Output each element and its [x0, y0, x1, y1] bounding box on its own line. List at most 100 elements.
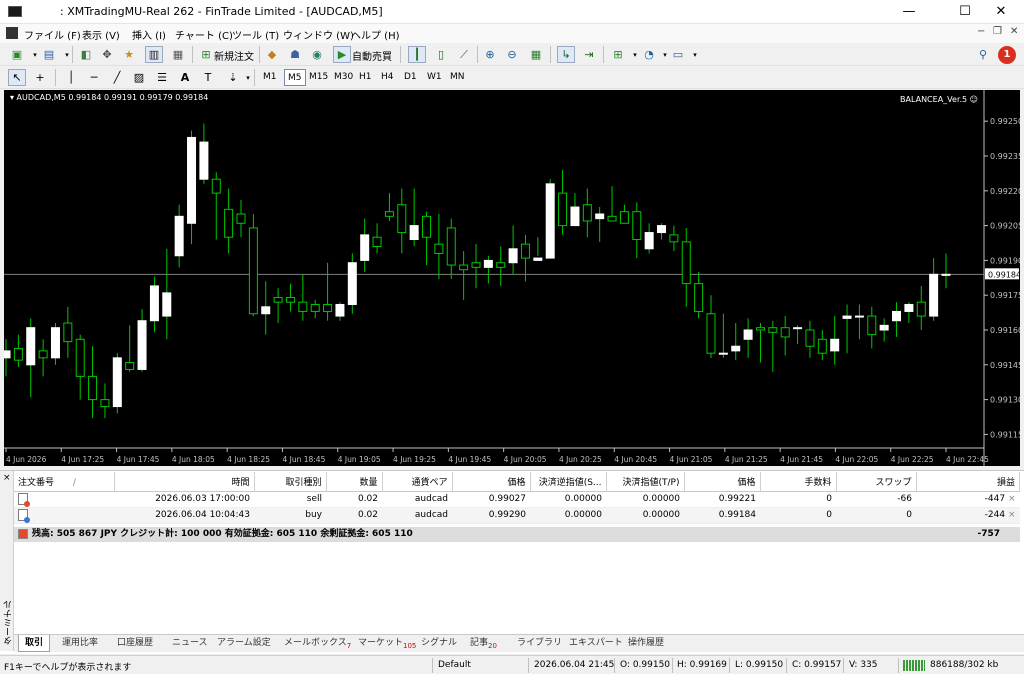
autotrade-icon[interactable]: ▶ — [333, 46, 351, 63]
market-watch-icon[interactable]: ◧ — [77, 46, 95, 63]
tab-signals[interactable]: シグナル — [421, 635, 457, 652]
metaeditor-icon[interactable]: ◆ — [263, 46, 281, 63]
tester-icon[interactable]: ▦ — [169, 46, 187, 63]
trendline-icon[interactable]: ╱ — [108, 69, 126, 86]
order-row[interactable]: 2026.06.03 17:00:00 sell 0.02 audcad 0.9… — [14, 491, 1020, 508]
status-traffic[interactable]: 886188/302 kb — [930, 660, 998, 670]
chart-window-icon[interactable] — [6, 27, 18, 39]
candle-body — [471, 262, 481, 268]
new-order-icon[interactable]: ⊞ — [197, 46, 215, 63]
tab-news[interactable]: ニュース — [172, 635, 208, 652]
menu-help[interactable]: ヘルプ (H) — [351, 27, 400, 42]
col-order-number[interactable]: 注文番号 / — [14, 472, 115, 492]
search-icon[interactable]: ⚲ — [974, 46, 992, 63]
timeframe-h1[interactable]: H1 — [356, 69, 375, 86]
timeframe-m1[interactable]: M1 — [260, 69, 280, 86]
timeframe-mn[interactable]: MN — [447, 69, 468, 86]
status-profile[interactable]: Default — [438, 660, 471, 670]
cursor-icon[interactable]: ↖ — [8, 69, 26, 86]
vertical-line-icon[interactable]: │ — [62, 69, 80, 86]
close-button[interactable]: ✕ — [978, 0, 1024, 24]
tab-library[interactable]: ライブラリ — [517, 635, 562, 652]
col-stop-loss[interactable]: 決済逆指値(S... — [530, 472, 607, 492]
channel-icon[interactable]: ▨ — [130, 69, 148, 86]
templates-icon[interactable]: ▭ — [669, 46, 687, 63]
autotrade-button[interactable]: 自動売買 — [352, 48, 392, 63]
timeframe-h4[interactable]: H4 — [378, 69, 397, 86]
new-order-button[interactable]: 新規注文 — [214, 48, 254, 63]
col-commission[interactable]: 手数料 — [760, 472, 837, 492]
mdi-minimize-icon[interactable]: − — [977, 26, 985, 37]
close-order-icon[interactable]: × — [1008, 494, 1016, 504]
col-type[interactable]: 取引種別 — [254, 472, 327, 492]
orders-header-row: 注文番号 / 時間 取引種別 数量 通貨ペア 価格 決済逆指値(S... 決済指… — [14, 472, 1020, 492]
new-chart-icon[interactable]: ▣ — [8, 46, 26, 63]
candle-body — [904, 303, 914, 312]
mdi-restore-icon[interactable]: ❐ — [993, 26, 1002, 37]
col-symbol[interactable]: 通貨ペア — [382, 472, 453, 492]
terminal-close-icon[interactable]: × — [3, 473, 11, 483]
mdi-close-icon[interactable]: ✕ — [1010, 26, 1018, 37]
timeframe-w1[interactable]: W1 — [424, 69, 445, 86]
col-profit[interactable]: 損益 — [916, 472, 1020, 492]
text-icon[interactable]: A — [176, 69, 194, 86]
timeframe-m30[interactable]: M30 — [331, 69, 356, 86]
community-icon[interactable]: ☗ — [286, 46, 304, 63]
menu-chart[interactable]: チャート (C) — [175, 27, 233, 42]
indicators-icon[interactable]: ⊞ — [609, 46, 627, 63]
menu-view[interactable]: 表示 (V) — [82, 27, 120, 42]
time-tick-label: 4 Jun 2026 — [6, 455, 47, 464]
menu-file[interactable]: ファイル (F) — [24, 27, 81, 42]
tab-experts[interactable]: エキスパート — [569, 635, 623, 652]
candle-body — [224, 208, 234, 238]
profiles-icon[interactable]: ▤ — [40, 46, 58, 63]
menu-tools[interactable]: ツール (T) — [232, 27, 279, 42]
zoom-in-icon[interactable]: ⊕ — [481, 46, 499, 63]
buy-order-icon — [18, 509, 30, 523]
tab-trade[interactable]: 取引 — [18, 635, 51, 652]
label-icon[interactable]: T — [199, 69, 217, 86]
menu-window[interactable]: ウィンドウ (W) — [283, 27, 354, 42]
order-row[interactable]: 2026.06.04 10:04:43 buy 0.02 audcad 0.99… — [14, 507, 1020, 524]
horizontal-line-icon[interactable]: ─ — [85, 69, 103, 86]
signals-icon[interactable]: ◉ — [308, 46, 326, 63]
notifications-badge[interactable]: 1 — [998, 46, 1016, 64]
tab-journal[interactable]: 操作履歴 — [628, 635, 664, 652]
col-time[interactable]: 時間 — [114, 472, 255, 492]
tab-exposure[interactable]: 運用比率 — [62, 635, 98, 652]
line-chart-icon[interactable]: ⟋ — [455, 46, 473, 63]
crosshair-icon[interactable]: + — [31, 69, 49, 86]
close-order-icon[interactable]: × — [1008, 510, 1016, 520]
tab-mailbox[interactable]: メールボックス7 — [284, 635, 351, 652]
profiles-dropdown-icon[interactable]: ▾ — [58, 46, 76, 63]
candle-body — [817, 338, 827, 354]
timeframe-m5[interactable]: M5 — [284, 69, 306, 86]
tab-articles[interactable]: 記事20 — [470, 635, 497, 652]
tab-account-history[interactable]: 口座履歴 — [117, 635, 153, 652]
col-open-price[interactable]: 価格 — [452, 472, 531, 492]
menu-insert[interactable]: 挿入 (I) — [132, 27, 166, 42]
templates-dropdown-icon[interactable]: ▾ — [686, 46, 704, 63]
bar-chart-icon[interactable]: ┃ — [408, 46, 426, 63]
timeframe-m15[interactable]: M15 — [306, 69, 331, 86]
timeframe-d1[interactable]: D1 — [401, 69, 420, 86]
col-price[interactable]: 価格 — [684, 472, 761, 492]
candlestick-chart[interactable]: 0.99250 0.99235 0.99220 0.99205 0.99190 0.991… — [4, 90, 1020, 466]
auto-scroll-icon[interactable]: ↳ — [557, 46, 575, 63]
tile-windows-icon[interactable]: ▦ — [527, 46, 545, 63]
terminal-toggle-icon[interactable]: ▥ — [145, 46, 163, 63]
col-volume[interactable]: 数量 — [326, 472, 383, 492]
navigator-icon[interactable]: ✥ — [98, 46, 116, 63]
price-chart[interactable]: 0.99250 0.99235 0.99220 0.99205 0.99190 0.991… — [4, 90, 1020, 466]
candlestick-chart-icon[interactable]: ▯ — [432, 46, 450, 63]
fibonacci-icon[interactable]: ☰ — [153, 69, 171, 86]
time-tick-label: 4 Jun 22:45 — [946, 455, 989, 464]
minimize-button[interactable]: — — [886, 0, 932, 24]
tab-market[interactable]: マーケット105 — [358, 635, 416, 652]
zoom-out-icon[interactable]: ⊖ — [503, 46, 521, 63]
col-swap[interactable]: スワップ — [836, 472, 917, 492]
data-window-icon[interactable]: ★ — [120, 46, 138, 63]
tab-alerts[interactable]: アラーム設定 — [217, 635, 271, 652]
col-take-profit[interactable]: 決済指値(T/P) — [606, 472, 685, 492]
chart-shift-icon[interactable]: ⇥ — [580, 46, 598, 63]
